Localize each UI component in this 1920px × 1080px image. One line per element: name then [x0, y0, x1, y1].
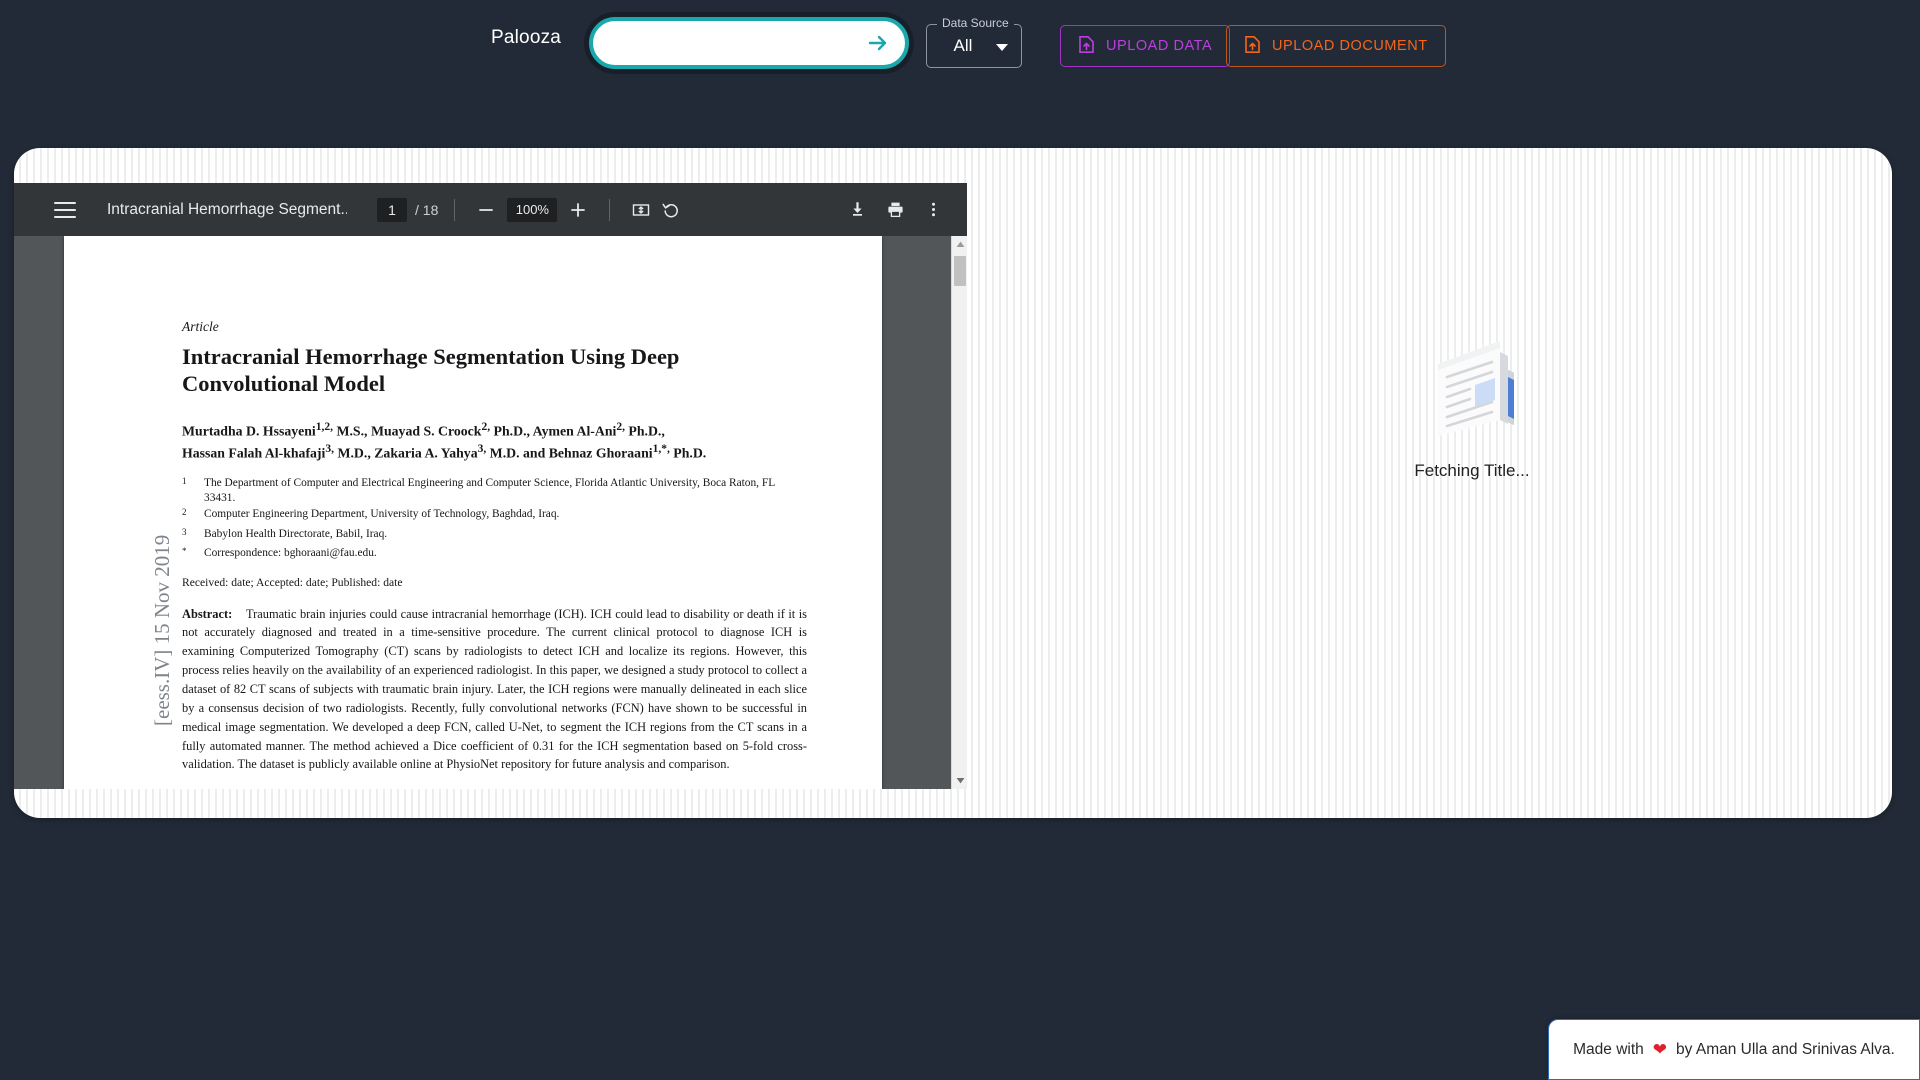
zoom-out-button[interactable] [471, 195, 501, 225]
fit-page-icon[interactable] [626, 195, 656, 225]
made-with-prefix: Made with [1573, 1040, 1644, 1058]
zoom-in-button[interactable] [563, 195, 593, 225]
made-with-suffix: by Aman Ulla and Srinivas Alva. [1676, 1040, 1895, 1058]
affiliation-marker: * [182, 546, 187, 557]
document-placeholder-icon [1382, 328, 1562, 445]
affiliation-text: Computer Engineering Department, Univers… [204, 508, 560, 521]
affiliation-marker: 3 [182, 526, 187, 537]
pdf-toolbar-right-actions [842, 195, 948, 225]
arxiv-stamp: [eess.IV] 15 Nov 2019 [150, 534, 174, 726]
search-input[interactable] [611, 34, 865, 52]
paper-authors: Murtadha D. Hssayeni1,2, M.S., Muayad S.… [182, 419, 807, 465]
paper-affiliations: 1 The Department of Computer and Electri… [182, 476, 807, 563]
rotate-counterclockwise-icon[interactable] [656, 195, 686, 225]
upload-document-button[interactable]: UPLOAD DOCUMENT [1226, 25, 1446, 67]
abstract-label: Abstract: [182, 606, 233, 621]
affiliation-item: 1 The Department of Computer and Electri… [182, 476, 807, 505]
upload-data-label: UPLOAD DATA [1106, 38, 1213, 54]
paper-content: Article Intracranial Hemorrhage Segmenta… [182, 319, 807, 774]
affiliation-text: Babylon Health Directorate, Babil, Iraq. [204, 527, 388, 540]
toolbar-divider [454, 198, 456, 221]
fetching-title-block: Fetching Title... [1382, 328, 1562, 481]
upload-document-label: UPLOAD DOCUMENT [1272, 38, 1428, 54]
pdf-scrollbar[interactable] [951, 236, 967, 789]
paper-title: Intracranial Hemorrhage Segmentation Usi… [182, 344, 680, 396]
pdf-document-title: Intracranial Hemorrhage Segment... [107, 200, 347, 218]
heart-icon: ❤ [1652, 1040, 1668, 1059]
file-upload-icon [1244, 35, 1261, 58]
zoom-level-value[interactable]: 100% [507, 197, 558, 222]
affiliation-marker: 1 [182, 476, 187, 487]
scroll-down-arrow-icon[interactable] [952, 772, 968, 789]
affiliation-marker: 2 [182, 507, 187, 518]
app-brand-title: Palooza [491, 27, 562, 48]
pdf-page-number-input[interactable]: 1 [377, 197, 407, 222]
data-source-select[interactable]: Data Source All [926, 16, 1022, 68]
pdf-page-stage: [eess.IV] 15 Nov 2019 Article Intracrani… [14, 236, 967, 789]
toolbar-divider [609, 198, 611, 221]
more-vertical-icon[interactable] [918, 195, 948, 225]
abstract-text: Traumatic brain injuries could cause int… [182, 606, 807, 772]
made-with-love-badge: Made with ❤ by Aman Ulla and Srinivas Al… [1548, 1019, 1920, 1080]
pdf-page: [eess.IV] 15 Nov 2019 Article Intracrani… [64, 236, 882, 789]
affiliation-item: 2 Computer Engineering Department, Unive… [182, 507, 807, 524]
search-area [589, 17, 909, 69]
affiliation-item: 3 Babylon Health Directorate, Babil, Ira… [182, 527, 807, 544]
download-icon[interactable] [842, 195, 872, 225]
search-box[interactable] [589, 17, 909, 69]
paper-authors-line-1: Murtadha D. Hssayeni1,2, M.S., Muayad S.… [182, 420, 665, 439]
pdf-viewer: Intracranial Hemorrhage Segment... 1 / 1… [14, 183, 967, 789]
top-app-bar: Palooza Data Source All UPLOAD DATA UPLO… [0, 0, 1920, 88]
pdf-page-total: / 18 [415, 201, 439, 218]
paper-kind: Article [182, 319, 219, 334]
paper-abstract: Abstract: Traumatic brain injuries could… [182, 605, 807, 775]
data-source-value: All [953, 36, 973, 55]
affiliation-text: The Department of Computer and Electrica… [204, 477, 775, 504]
data-source-label: Data Source [937, 16, 1014, 30]
file-upload-icon [1078, 35, 1095, 58]
affiliation-item: * Correspondence: bghoraani@fau.edu. [182, 546, 807, 563]
pdf-toolbar: Intracranial Hemorrhage Segment... 1 / 1… [14, 183, 967, 236]
arrow-right-icon[interactable] [865, 30, 891, 56]
content-card: Intracranial Hemorrhage Segment... 1 / 1… [14, 148, 1892, 818]
chevron-down-icon[interactable] [996, 44, 1008, 51]
print-icon[interactable] [880, 195, 910, 225]
affiliation-text: Correspondence: bghoraani@fau.edu. [204, 547, 377, 560]
upload-data-button[interactable]: UPLOAD DATA [1060, 25, 1231, 67]
paper-authors-line-2: Hassan Falah Al-khafaji3, M.D., Zakaria … [182, 443, 707, 461]
fetching-title-label: Fetching Title... [1414, 461, 1530, 480]
scrollbar-thumb[interactable] [954, 256, 966, 286]
paper-dates: Received: date; Accepted: date; Publishe… [182, 575, 403, 589]
hamburger-menu-icon[interactable] [54, 201, 76, 218]
scroll-up-arrow-icon[interactable] [952, 236, 968, 253]
